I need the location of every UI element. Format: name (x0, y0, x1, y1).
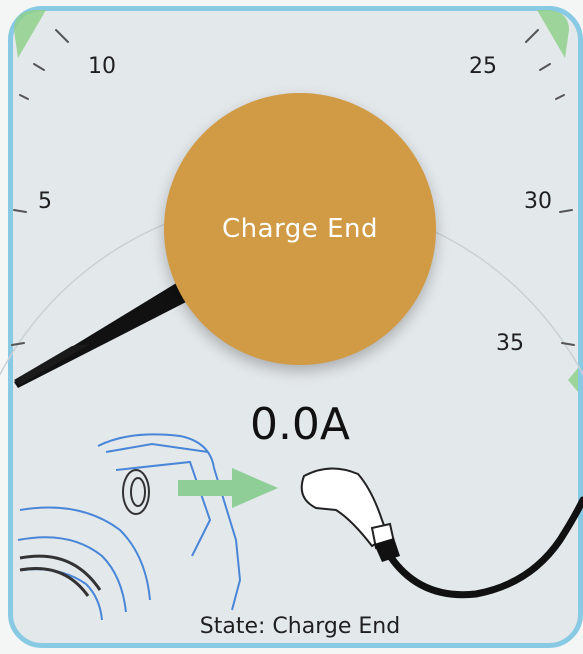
ev-charging-plug-icon (300, 467, 583, 599)
gauge-needle-tail (14, 344, 90, 385)
gauge-zone-right-top (537, 10, 569, 58)
gauge-zone-left-top (14, 10, 46, 58)
car-outline-icon (17, 433, 242, 621)
gauge-tick-label-25: 25 (469, 54, 497, 79)
car-wheel-icon (19, 554, 102, 597)
charge-end-label: Charge End (222, 214, 378, 244)
gauge-tick-label-5: 5 (38, 189, 52, 214)
plug-in-arrow-icon (178, 468, 278, 508)
charge-end-button[interactable]: Charge End (164, 93, 436, 365)
gauge-tick-label-35: 35 (496, 331, 524, 356)
gauge-zone-right-mid (568, 368, 578, 392)
charging-port-icon (122, 469, 150, 515)
gauge-tick-label-30: 30 (524, 189, 552, 214)
gauge-tick-label-10: 10 (88, 54, 116, 79)
current-readout: 0.0A (249, 399, 351, 450)
charge-state-text: State: Charge End (199, 614, 401, 639)
charger-window: 10 25 5 30 35 Charge End 0.0A State: Cha… (0, 0, 583, 654)
